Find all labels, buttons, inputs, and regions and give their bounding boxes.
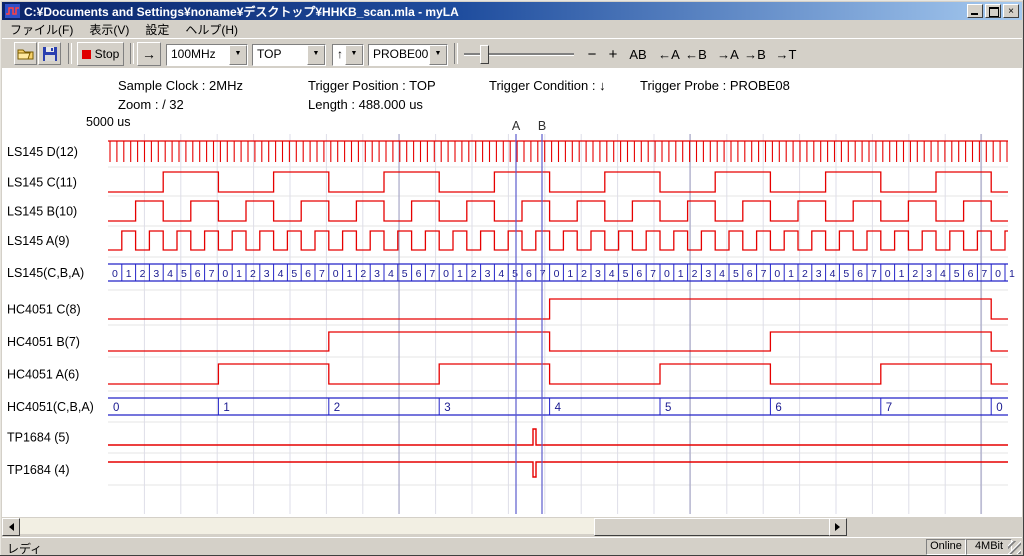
app-window: C:¥Documents and Settings¥noname¥デスクトップ¥… [0,0,1024,556]
minimize-button[interactable] [967,4,983,18]
status-bar: レディ Online 4MBit [2,537,1022,555]
maximize-icon [989,7,999,17]
goto-trigger-button[interactable]: →T [773,43,799,65]
toolbar: Stop → 100MHz ▼ TOP ▼ ↑ ▼ PROBE00 ▼ − + … [2,38,1022,70]
scroll-left-button[interactable] [2,518,20,536]
trigger-probe-select[interactable]: PROBE00 ▼ [368,44,448,66]
client-area [2,68,1022,517]
menu-file[interactable]: ファイル(F) [2,20,81,39]
open-button[interactable] [14,42,37,65]
scroll-right-button[interactable] [829,518,847,536]
menu-settings[interactable]: 設定 [137,20,177,39]
status-message: レディ [7,540,42,556]
goto-a-left-button[interactable]: ←A [656,43,682,65]
stop-label: Stop [95,47,120,61]
trigger-position-value: TOP [257,47,281,61]
dropdown-arrow-icon[interactable]: ▼ [345,45,363,65]
horizontal-scrollbar[interactable] [2,518,847,534]
sample-clock-select[interactable]: 100MHz ▼ [166,44,248,66]
goto-b-left-button[interactable]: ←B [683,43,709,65]
toolbar-separator [68,43,72,64]
stop-button[interactable]: Stop [77,42,124,66]
maximize-button[interactable] [985,4,1001,18]
menu-bar: ファイル(F) 表示(V) 設定 ヘルプ(H) [2,21,1022,38]
dropdown-arrow-icon[interactable]: ▼ [307,45,325,65]
info-trigger-condition: Trigger Condition : ↓ [489,78,606,93]
window-controls: × [965,4,1019,18]
trigger-probe-value: PROBE00 [373,47,428,61]
menu-view[interactable]: 表示(V) [81,20,137,39]
run-button[interactable]: → [137,42,161,66]
open-folder-icon [17,47,34,60]
resize-grip[interactable] [1008,541,1021,554]
scroll-left-icon [5,523,14,531]
trigger-position-select[interactable]: TOP ▼ [252,44,326,66]
toolbar-separator [130,43,134,64]
zoom-out-button[interactable]: − [582,43,602,65]
zoom-slider-handle[interactable] [480,45,489,64]
status-online: Online [926,539,966,555]
sample-clock-value: 100MHz [171,47,216,61]
scroll-right-icon [835,523,844,531]
close-button[interactable]: × [1003,4,1019,18]
goto-a-right-button[interactable]: →A [715,43,741,65]
info-length: Length : 488.000 us [308,97,423,112]
info-sample-clock: Sample Clock : 2MHz [118,78,243,93]
info-trigger-probe: Trigger Probe : PROBE08 [640,78,790,93]
scrollbar-thumb[interactable] [594,518,834,536]
window-title: C:¥Documents and Settings¥noname¥デスクトップ¥… [24,3,459,20]
info-trigger-position: Trigger Position : TOP [308,78,436,93]
save-button[interactable] [38,42,61,65]
dropdown-arrow-icon[interactable]: ▼ [429,45,447,65]
toolbar-separator [454,43,458,64]
title-bar[interactable]: C:¥Documents and Settings¥noname¥デスクトップ¥… [2,2,1022,20]
cursor-ab-button[interactable]: AB [625,43,651,65]
status-memory: 4MBit [966,539,1012,555]
minimize-icon [971,13,978,15]
zoom-in-button[interactable]: + [603,43,623,65]
goto-b-right-button[interactable]: →B [742,43,768,65]
info-zoom: Zoom : / 32 [118,97,184,112]
close-icon: × [1008,6,1014,17]
dropdown-arrow-icon[interactable]: ▼ [229,45,247,65]
app-icon [5,4,20,18]
stop-square-icon [82,50,91,59]
save-floppy-icon [43,47,57,61]
menu-help[interactable]: ヘルプ(H) [177,20,246,39]
trigger-edge-value: ↑ [337,47,343,61]
trigger-edge-select[interactable]: ↑ ▼ [332,44,364,66]
